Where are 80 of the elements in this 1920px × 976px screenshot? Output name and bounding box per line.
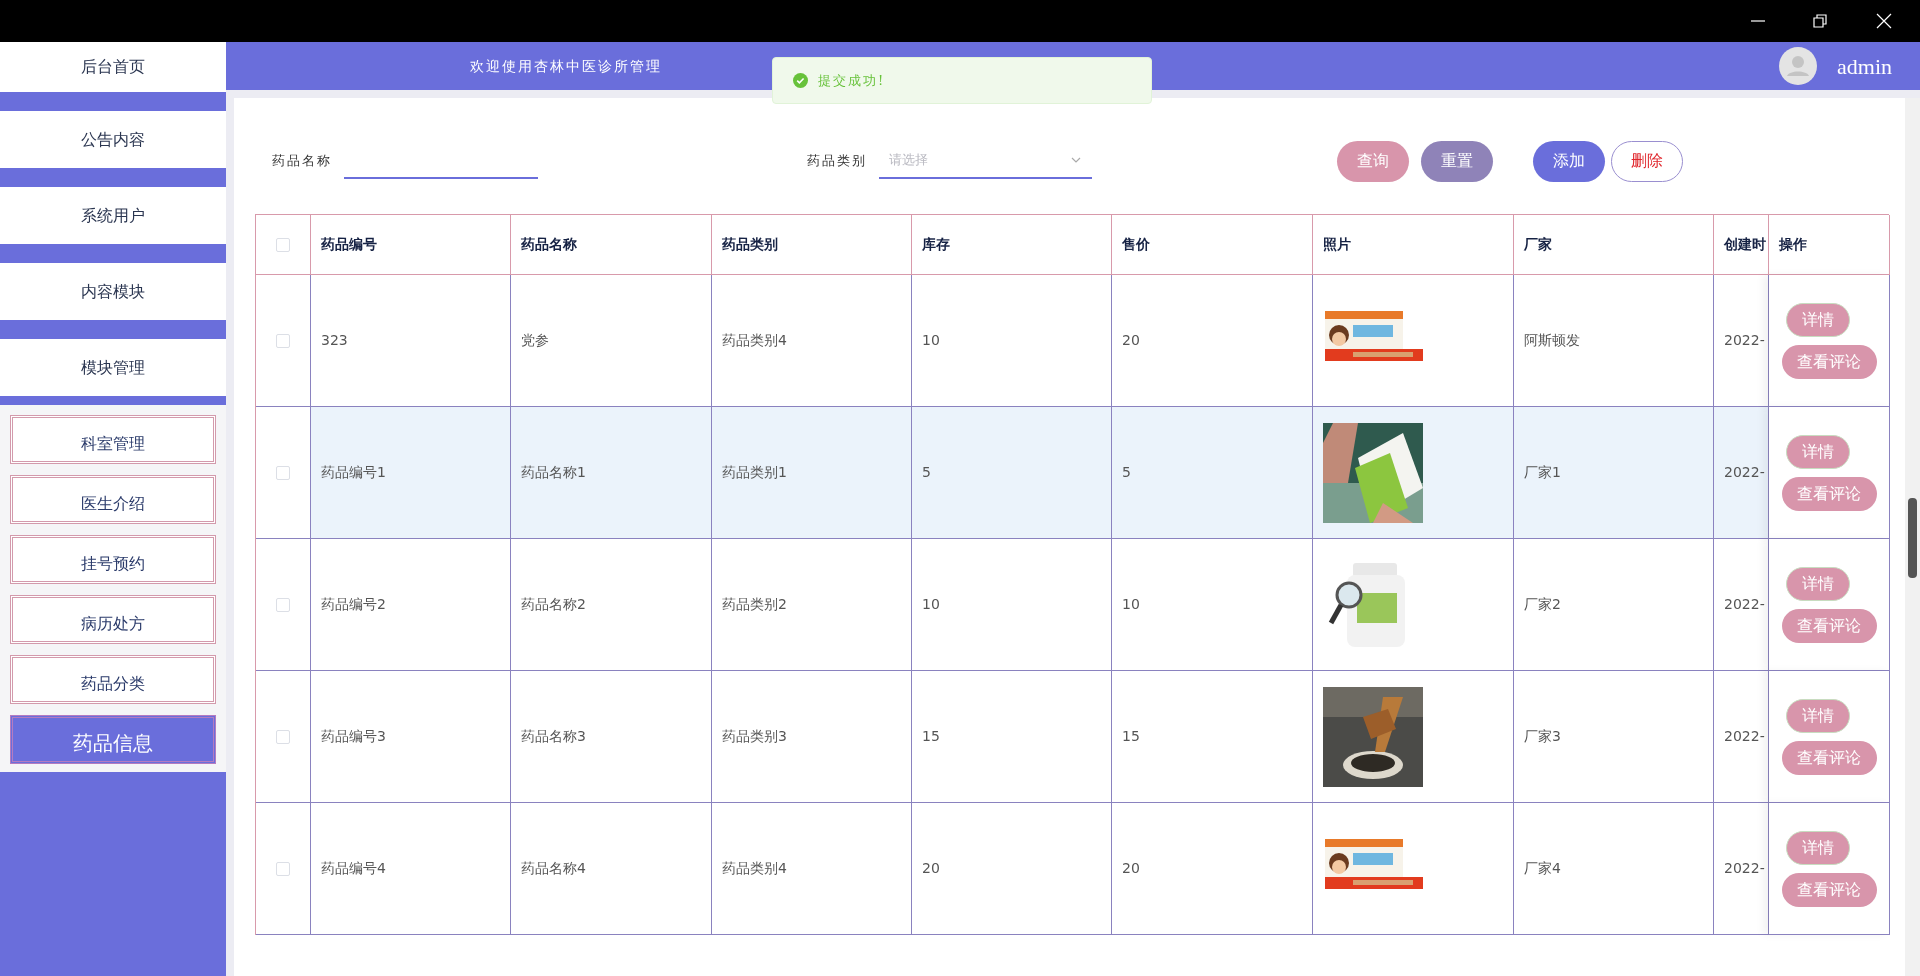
- table-cell-text: 药品类别2: [722, 595, 787, 614]
- toast-message: 提交成功!: [818, 71, 886, 90]
- column-header: 操作: [1779, 235, 1807, 254]
- table-cell-text: 厂家4: [1524, 859, 1561, 878]
- sidebar-item[interactable]: 公告内容: [0, 111, 226, 168]
- table-cell-text: 2022-: [1724, 727, 1765, 746]
- header-title: 欢迎使用杏林中医诊所管理: [470, 56, 662, 76]
- sidebar-item[interactable]: 系统用户: [0, 187, 226, 244]
- column-header: 创建时: [1724, 235, 1766, 254]
- scrollbar[interactable]: [1905, 98, 1920, 976]
- table-cell-text: 厂家2: [1524, 595, 1561, 614]
- reset-button[interactable]: 重置: [1421, 140, 1493, 182]
- table-row[interactable]: 药品编号1 药品名称1 药品类别1 5 5 厂家1 2022- 详情 查看评论: [256, 407, 1889, 539]
- scrollbar-thumb[interactable]: [1908, 498, 1917, 578]
- table-cell-text: 药品编号3: [321, 727, 386, 746]
- checkbox[interactable]: [276, 597, 290, 612]
- table-cell-text: 20: [1122, 331, 1140, 350]
- table-cell-text: 药品类别4: [722, 859, 787, 878]
- delete-button[interactable]: 删除: [1611, 140, 1683, 182]
- column-header: 库存: [922, 235, 950, 254]
- table-cell-text: 药品名称3: [521, 727, 586, 746]
- table-cell-text: 药品类别4: [722, 331, 787, 350]
- table-cell-text: 药品名称2: [521, 595, 586, 614]
- table-cell-text: 药品名称4: [521, 859, 586, 878]
- sidebar-subitem[interactable]: 病历处方: [10, 595, 216, 644]
- table-cell-text: 5: [922, 463, 931, 482]
- field-label: 药品类别: [807, 152, 867, 171]
- sidebar-item[interactable]: 内容模块: [0, 263, 226, 320]
- field-label: 药品名称: [272, 152, 332, 171]
- column-header: 售价: [1122, 235, 1150, 254]
- table-cell-text: 药品类别3: [722, 727, 787, 746]
- table-cell-text: 5: [1122, 463, 1131, 482]
- table-cell-text: 药品编号1: [321, 463, 386, 482]
- add-button[interactable]: 添加: [1533, 140, 1605, 182]
- table-row[interactable]: 药品编号4 药品名称4 药品类别4 20 20 厂家4 2022- 详情 查看评论: [256, 803, 1889, 935]
- table-cell-text: 20: [1122, 859, 1140, 878]
- table-cell-text: 药品类别1: [722, 463, 787, 482]
- checkbox[interactable]: [276, 333, 290, 348]
- table-row[interactable]: 药品编号2 药品名称2 药品类别2 10 10 厂家2 2022- 详情 查看评论: [256, 539, 1889, 671]
- table-cell-text: 10: [1122, 595, 1140, 614]
- avatar-icon: [1779, 47, 1817, 85]
- username: admin: [1837, 52, 1892, 81]
- table-cell-text: 15: [1122, 727, 1140, 746]
- table-cell-text: 2022-: [1724, 595, 1765, 614]
- column-header: 照片: [1323, 235, 1351, 254]
- table-cell-text: 药品编号4: [321, 859, 386, 878]
- table-row[interactable]: 323 党参 药品类别4 10 20 阿斯顿发 2022- 详情 查看评论: [256, 275, 1889, 407]
- table-cell-text: 阿斯顿发: [1524, 331, 1580, 350]
- table-cell-text: 20: [922, 859, 940, 878]
- restore-icon[interactable]: [1812, 13, 1828, 29]
- sidebar-subitem[interactable]: 药品分类: [10, 655, 216, 704]
- table-cell-text: 药品名称1: [521, 463, 586, 482]
- sidebar-item[interactable]: 模块管理: [0, 339, 226, 396]
- table-cell-text: 2022-: [1724, 331, 1765, 350]
- sidebar-subitem[interactable]: 科室管理: [10, 415, 216, 464]
- sidebar-subitem[interactable]: 挂号预约: [10, 535, 216, 584]
- column-header: 药品名称: [521, 235, 577, 254]
- table-cell-text: 厂家3: [1524, 727, 1561, 746]
- table-cell-text: 10: [922, 331, 940, 350]
- sidebar-subitem[interactable]: 药品信息: [10, 715, 216, 764]
- table-cell-text: 15: [922, 727, 940, 746]
- table-cell-text: 10: [922, 595, 940, 614]
- close-icon[interactable]: [1876, 13, 1892, 29]
- table-cell-text: 厂家1: [1524, 463, 1561, 482]
- sidebar-item[interactable]: 后台首页: [0, 42, 226, 92]
- table-cell-text: 323: [321, 331, 348, 350]
- sidebar-subitem[interactable]: 医生介绍: [10, 475, 216, 524]
- table-cell-text: 2022-: [1724, 463, 1765, 482]
- table-cell-text: 药品编号2: [321, 595, 386, 614]
- checkbox[interactable]: [276, 729, 290, 744]
- checkbox[interactable]: [276, 465, 290, 480]
- table-row[interactable]: 药品编号3 药品名称3 药品类别3 15 15 厂家3 2022- 详情 查看评论: [256, 671, 1889, 803]
- checkbox[interactable]: [276, 861, 290, 876]
- check-circle-icon: [793, 73, 808, 88]
- column-header: 厂家: [1524, 235, 1552, 254]
- checkbox[interactable]: [276, 237, 290, 252]
- table-cell-text: 党参: [521, 331, 549, 350]
- column-header: 药品类别: [722, 235, 778, 254]
- column-header: 药品编号: [321, 235, 377, 254]
- table-cell-text: 2022-: [1724, 859, 1765, 878]
